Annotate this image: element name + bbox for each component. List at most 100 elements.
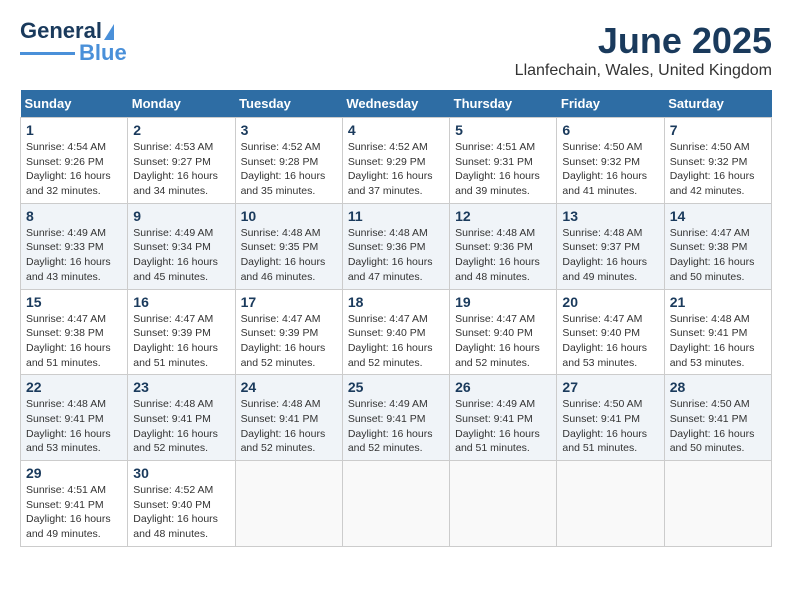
weekday-header-row: SundayMondayTuesdayWednesdayThursdayFrid… — [21, 90, 772, 118]
day-detail: Sunrise: 4:49 AM Sunset: 9:33 PM Dayligh… — [26, 226, 122, 285]
calendar-cell: 5 Sunrise: 4:51 AM Sunset: 9:31 PM Dayli… — [450, 118, 557, 204]
day-number: 6 — [562, 122, 658, 138]
day-detail: Sunrise: 4:54 AM Sunset: 9:26 PM Dayligh… — [26, 140, 122, 199]
day-number: 13 — [562, 208, 658, 224]
weekday-header-saturday: Saturday — [664, 90, 771, 118]
day-number: 30 — [133, 465, 229, 481]
calendar-cell: 1 Sunrise: 4:54 AM Sunset: 9:26 PM Dayli… — [21, 118, 128, 204]
calendar-cell: 6 Sunrise: 4:50 AM Sunset: 9:32 PM Dayli… — [557, 118, 664, 204]
calendar-cell: 17 Sunrise: 4:47 AM Sunset: 9:39 PM Dayl… — [235, 289, 342, 375]
calendar-cell: 4 Sunrise: 4:52 AM Sunset: 9:29 PM Dayli… — [342, 118, 449, 204]
calendar-cell: 27 Sunrise: 4:50 AM Sunset: 9:41 PM Dayl… — [557, 375, 664, 461]
location-title: Llanfechain, Wales, United Kingdom — [515, 62, 772, 80]
week-row-4: 22 Sunrise: 4:48 AM Sunset: 9:41 PM Dayl… — [21, 375, 772, 461]
day-detail: Sunrise: 4:52 AM Sunset: 9:28 PM Dayligh… — [241, 140, 337, 199]
day-number: 10 — [241, 208, 337, 224]
day-number: 8 — [26, 208, 122, 224]
calendar-cell — [235, 461, 342, 547]
day-number: 17 — [241, 294, 337, 310]
day-number: 24 — [241, 379, 337, 395]
day-detail: Sunrise: 4:47 AM Sunset: 9:40 PM Dayligh… — [455, 312, 551, 371]
day-detail: Sunrise: 4:49 AM Sunset: 9:34 PM Dayligh… — [133, 226, 229, 285]
day-detail: Sunrise: 4:48 AM Sunset: 9:36 PM Dayligh… — [455, 226, 551, 285]
calendar-cell: 15 Sunrise: 4:47 AM Sunset: 9:38 PM Dayl… — [21, 289, 128, 375]
day-number: 29 — [26, 465, 122, 481]
calendar-cell: 10 Sunrise: 4:48 AM Sunset: 9:35 PM Dayl… — [235, 203, 342, 289]
day-detail: Sunrise: 4:49 AM Sunset: 9:41 PM Dayligh… — [455, 397, 551, 456]
day-detail: Sunrise: 4:48 AM Sunset: 9:41 PM Dayligh… — [133, 397, 229, 456]
day-number: 16 — [133, 294, 229, 310]
calendar-cell: 18 Sunrise: 4:47 AM Sunset: 9:40 PM Dayl… — [342, 289, 449, 375]
logo-general-text: General — [20, 20, 102, 42]
calendar-cell: 28 Sunrise: 4:50 AM Sunset: 9:41 PM Dayl… — [664, 375, 771, 461]
calendar-cell: 23 Sunrise: 4:48 AM Sunset: 9:41 PM Dayl… — [128, 375, 235, 461]
day-number: 4 — [348, 122, 444, 138]
calendar-cell: 11 Sunrise: 4:48 AM Sunset: 9:36 PM Dayl… — [342, 203, 449, 289]
day-detail: Sunrise: 4:51 AM Sunset: 9:31 PM Dayligh… — [455, 140, 551, 199]
day-number: 25 — [348, 379, 444, 395]
day-number: 20 — [562, 294, 658, 310]
week-row-5: 29 Sunrise: 4:51 AM Sunset: 9:41 PM Dayl… — [21, 461, 772, 547]
day-detail: Sunrise: 4:53 AM Sunset: 9:27 PM Dayligh… — [133, 140, 229, 199]
logo-blue-text: Blue — [79, 42, 127, 64]
logo: General Blue — [20, 20, 127, 64]
weekday-header-wednesday: Wednesday — [342, 90, 449, 118]
day-number: 26 — [455, 379, 551, 395]
day-number: 1 — [26, 122, 122, 138]
day-detail: Sunrise: 4:50 AM Sunset: 9:32 PM Dayligh… — [670, 140, 766, 199]
title-area: June 2025 Llanfechain, Wales, United Kin… — [515, 20, 772, 80]
week-row-2: 8 Sunrise: 4:49 AM Sunset: 9:33 PM Dayli… — [21, 203, 772, 289]
calendar-cell — [450, 461, 557, 547]
calendar-cell: 21 Sunrise: 4:48 AM Sunset: 9:41 PM Dayl… — [664, 289, 771, 375]
calendar-cell: 16 Sunrise: 4:47 AM Sunset: 9:39 PM Dayl… — [128, 289, 235, 375]
day-detail: Sunrise: 4:48 AM Sunset: 9:36 PM Dayligh… — [348, 226, 444, 285]
day-detail: Sunrise: 4:52 AM Sunset: 9:29 PM Dayligh… — [348, 140, 444, 199]
day-detail: Sunrise: 4:50 AM Sunset: 9:41 PM Dayligh… — [670, 397, 766, 456]
day-number: 18 — [348, 294, 444, 310]
weekday-header-tuesday: Tuesday — [235, 90, 342, 118]
day-number: 5 — [455, 122, 551, 138]
calendar-cell — [342, 461, 449, 547]
day-detail: Sunrise: 4:47 AM Sunset: 9:38 PM Dayligh… — [26, 312, 122, 371]
day-number: 27 — [562, 379, 658, 395]
day-detail: Sunrise: 4:49 AM Sunset: 9:41 PM Dayligh… — [348, 397, 444, 456]
month-title: June 2025 — [515, 20, 772, 62]
calendar-cell: 20 Sunrise: 4:47 AM Sunset: 9:40 PM Dayl… — [557, 289, 664, 375]
day-detail: Sunrise: 4:52 AM Sunset: 9:40 PM Dayligh… — [133, 483, 229, 542]
day-number: 12 — [455, 208, 551, 224]
day-detail: Sunrise: 4:48 AM Sunset: 9:41 PM Dayligh… — [26, 397, 122, 456]
day-number: 15 — [26, 294, 122, 310]
calendar-cell — [664, 461, 771, 547]
calendar-cell: 3 Sunrise: 4:52 AM Sunset: 9:28 PM Dayli… — [235, 118, 342, 204]
calendar-cell: 30 Sunrise: 4:52 AM Sunset: 9:40 PM Dayl… — [128, 461, 235, 547]
day-detail: Sunrise: 4:48 AM Sunset: 9:41 PM Dayligh… — [241, 397, 337, 456]
calendar-cell: 8 Sunrise: 4:49 AM Sunset: 9:33 PM Dayli… — [21, 203, 128, 289]
day-number: 7 — [670, 122, 766, 138]
calendar-cell: 2 Sunrise: 4:53 AM Sunset: 9:27 PM Dayli… — [128, 118, 235, 204]
day-detail: Sunrise: 4:47 AM Sunset: 9:39 PM Dayligh… — [241, 312, 337, 371]
calendar-cell: 24 Sunrise: 4:48 AM Sunset: 9:41 PM Dayl… — [235, 375, 342, 461]
day-number: 28 — [670, 379, 766, 395]
calendar-cell: 26 Sunrise: 4:49 AM Sunset: 9:41 PM Dayl… — [450, 375, 557, 461]
day-detail: Sunrise: 4:50 AM Sunset: 9:32 PM Dayligh… — [562, 140, 658, 199]
page-header: General Blue June 2025 Llanfechain, Wale… — [20, 20, 772, 80]
day-number: 22 — [26, 379, 122, 395]
day-number: 9 — [133, 208, 229, 224]
calendar-cell: 7 Sunrise: 4:50 AM Sunset: 9:32 PM Dayli… — [664, 118, 771, 204]
calendar-cell: 9 Sunrise: 4:49 AM Sunset: 9:34 PM Dayli… — [128, 203, 235, 289]
logo-triangle-icon — [104, 24, 114, 40]
calendar-cell: 25 Sunrise: 4:49 AM Sunset: 9:41 PM Dayl… — [342, 375, 449, 461]
week-row-1: 1 Sunrise: 4:54 AM Sunset: 9:26 PM Dayli… — [21, 118, 772, 204]
day-number: 23 — [133, 379, 229, 395]
calendar-table: SundayMondayTuesdayWednesdayThursdayFrid… — [20, 90, 772, 547]
weekday-header-sunday: Sunday — [21, 90, 128, 118]
calendar-cell — [557, 461, 664, 547]
day-number: 19 — [455, 294, 551, 310]
calendar-cell: 22 Sunrise: 4:48 AM Sunset: 9:41 PM Dayl… — [21, 375, 128, 461]
calendar-cell: 12 Sunrise: 4:48 AM Sunset: 9:36 PM Dayl… — [450, 203, 557, 289]
calendar-cell: 19 Sunrise: 4:47 AM Sunset: 9:40 PM Dayl… — [450, 289, 557, 375]
day-detail: Sunrise: 4:47 AM Sunset: 9:38 PM Dayligh… — [670, 226, 766, 285]
day-detail: Sunrise: 4:51 AM Sunset: 9:41 PM Dayligh… — [26, 483, 122, 542]
day-number: 3 — [241, 122, 337, 138]
week-row-3: 15 Sunrise: 4:47 AM Sunset: 9:38 PM Dayl… — [21, 289, 772, 375]
